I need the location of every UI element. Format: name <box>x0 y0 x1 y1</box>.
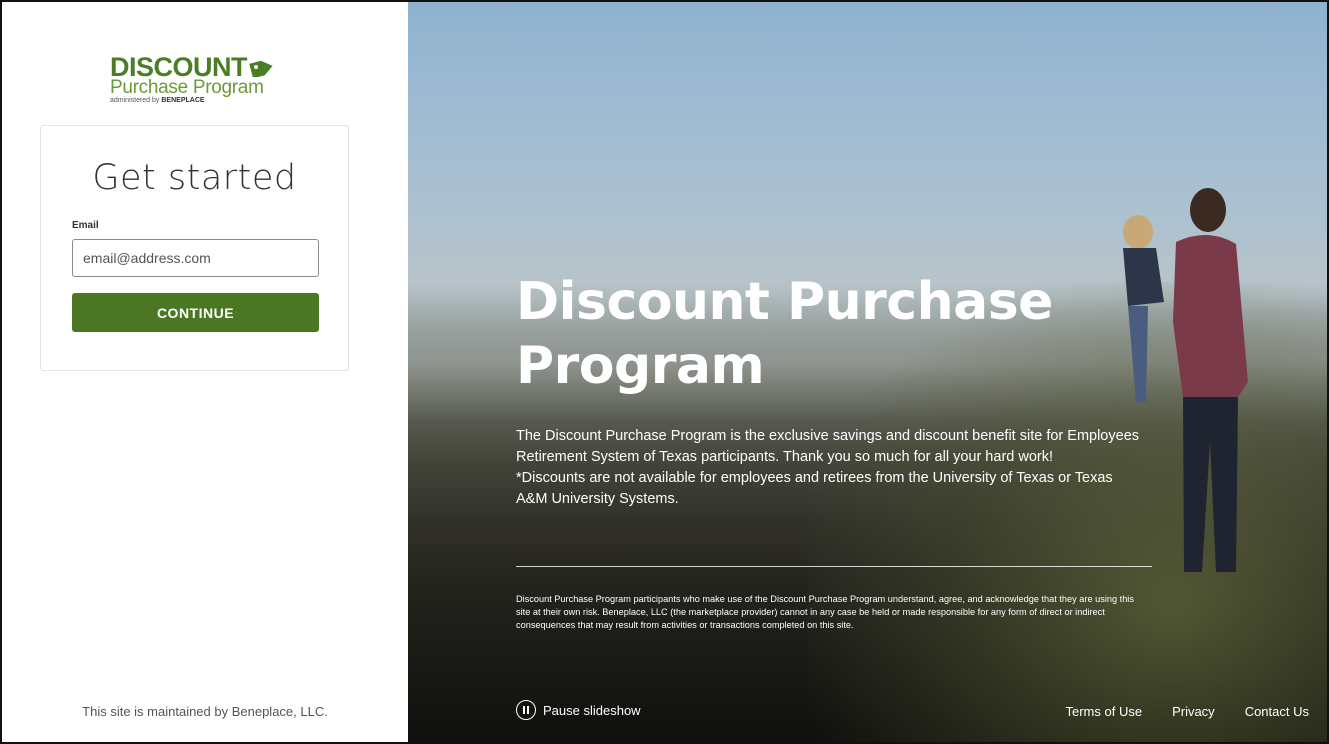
pause-circle-icon <box>516 700 536 720</box>
hero-divider <box>516 566 1152 567</box>
footer-links: Terms of Use Privacy Contact Us <box>1035 704 1309 719</box>
continue-button[interactable]: CONTINUE <box>72 293 319 332</box>
email-label: Email <box>72 220 99 231</box>
page-frame: DISCOUNT Purchase Program administered b… <box>0 0 1329 744</box>
hero-description: The Discount Purchase Program is the exc… <box>516 426 1146 510</box>
maintained-by-text: This site is maintained by Beneplace, LL… <box>82 704 328 719</box>
pause-slideshow-button[interactable]: Pause slideshow <box>516 700 641 720</box>
disclaimer-text: Discount Purchase Program participants w… <box>516 594 1134 630</box>
contact-us-link[interactable]: Contact Us <box>1245 704 1309 719</box>
pause-slideshow-label: Pause slideshow <box>543 702 641 718</box>
hero-panel: Discount Purchase Program The Discount P… <box>408 2 1327 742</box>
email-input[interactable] <box>72 239 319 277</box>
signin-panel: DISCOUNT Purchase Program administered b… <box>2 2 408 742</box>
price-tag-icon <box>249 60 273 77</box>
get-started-card: Get started Email CONTINUE <box>40 125 349 371</box>
hero-description-text: The Discount Purchase Program is the exc… <box>516 428 1140 465</box>
get-started-heading: Get started <box>92 158 297 198</box>
discount-purchase-program-logo: DISCOUNT Purchase Program administered b… <box>110 54 290 124</box>
terms-of-use-link[interactable]: Terms of Use <box>1065 704 1142 719</box>
logo-administered-by: administered by BENEPLACE <box>110 97 205 104</box>
hero-title: Discount Purchase Program <box>516 272 1053 396</box>
logo-subtitle: Purchase Program <box>110 77 264 98</box>
privacy-link[interactable]: Privacy <box>1172 704 1215 719</box>
hero-exclusion-note: *Discounts are not available for employe… <box>516 470 1113 507</box>
